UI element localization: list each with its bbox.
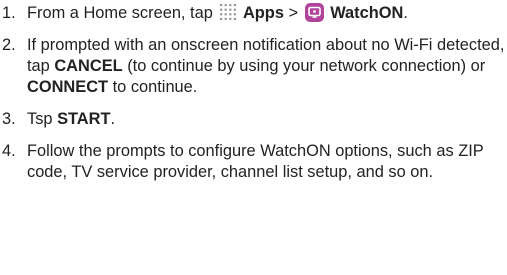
cancel-label: CANCEL: [54, 57, 123, 75]
step-text: Tsp: [27, 110, 58, 128]
instruction-steps: 1. From a Home screen, tap Apps > WatchO…: [0, 3, 507, 194]
step-text: to continue.: [108, 78, 198, 96]
step-number: 2.: [2, 36, 16, 54]
watchon-label: WatchON: [330, 4, 404, 22]
step-1: 1. From a Home screen, tap Apps > WatchO…: [0, 3, 507, 24]
step-number: 3.: [2, 110, 16, 128]
step-number: 1.: [2, 4, 16, 22]
step-text: From a Home screen, tap: [27, 4, 218, 22]
step-4: 4. Follow the prompts to configure Watch…: [0, 141, 507, 183]
step-text: .: [403, 4, 408, 22]
step-text: (to continue by using your network conne…: [122, 57, 486, 75]
step-text: Follow the prompts to configure WatchON …: [27, 142, 484, 181]
step-2: 2. If prompted with an onscreen notifica…: [0, 35, 507, 98]
apps-grid-icon: [219, 3, 237, 21]
step-text: .: [110, 110, 116, 128]
step-text: >: [283, 4, 303, 22]
step-3: 3. Tsp START.: [0, 109, 507, 130]
start-label: START: [57, 110, 111, 128]
watchon-app-icon: [304, 3, 324, 22]
apps-label: Apps: [242, 4, 284, 22]
step-number: 4.: [2, 142, 16, 160]
connect-label: CONNECT: [27, 78, 109, 96]
